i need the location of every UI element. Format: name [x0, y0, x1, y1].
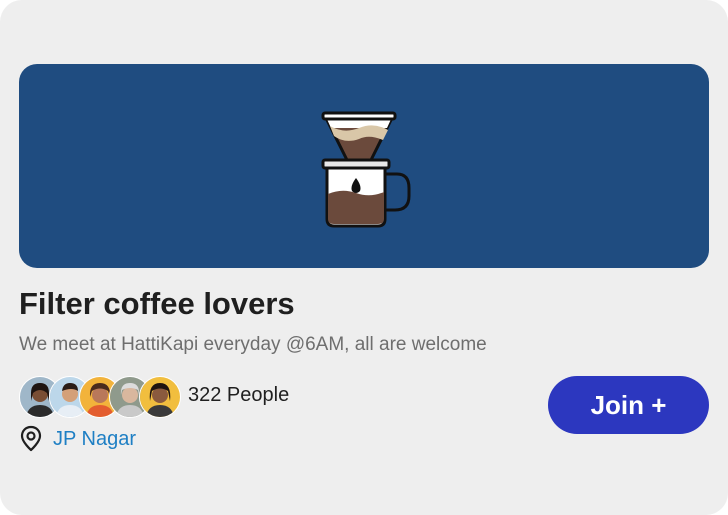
location[interactable]: JP Nagar — [19, 425, 136, 453]
coffee-filter-pot-icon — [19, 64, 709, 268]
join-button[interactable]: Join + — [548, 376, 709, 434]
member-count: 322 People — [188, 384, 290, 406]
banner — [19, 64, 709, 268]
group-title: Filter coffee lovers — [19, 286, 295, 321]
location-pin-icon — [20, 425, 42, 452]
community-card: Filter coffee lovers We meet at HattiKap… — [0, 0, 728, 515]
avatar — [139, 376, 181, 418]
member-avatars[interactable] — [19, 376, 181, 418]
group-description: We meet at HattiKapi everyday @6AM, all … — [19, 334, 487, 355]
location-name[interactable]: JP Nagar — [53, 428, 136, 451]
